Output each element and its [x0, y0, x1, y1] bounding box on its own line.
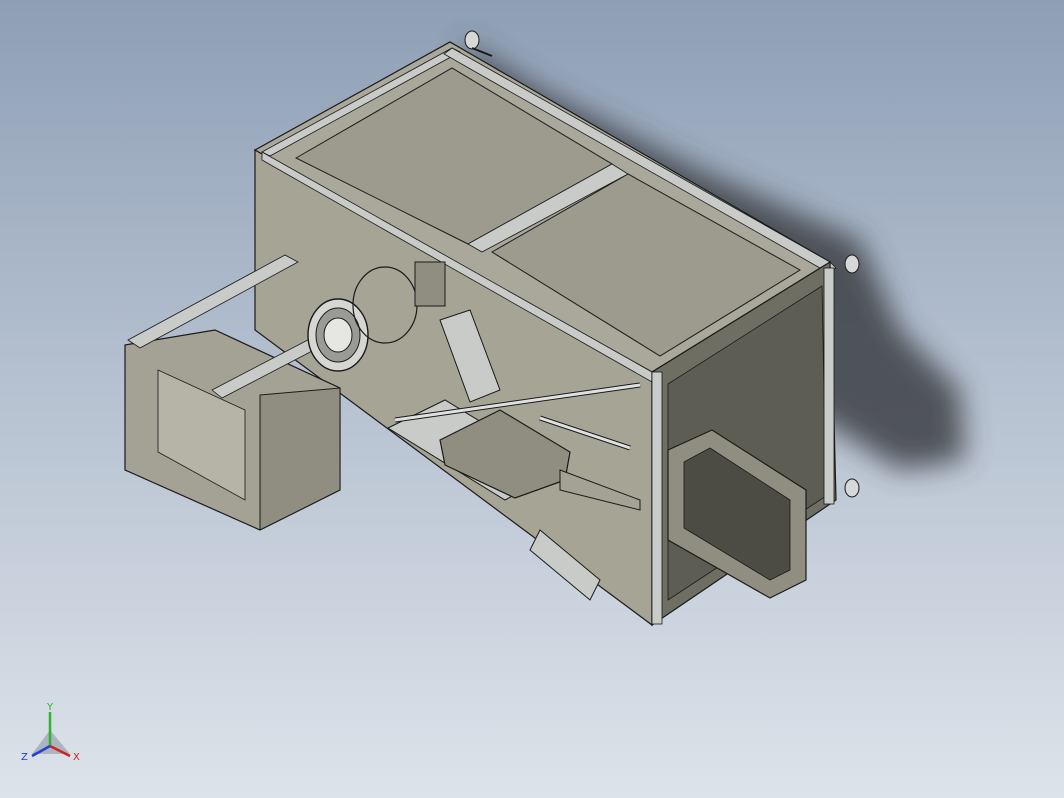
x-axis-label: X	[73, 752, 80, 763]
leveling-foot	[844, 254, 860, 274]
y-axis-label: Y	[46, 702, 54, 713]
leveling-foot	[844, 478, 860, 498]
3d-viewport[interactable]: Y X Z	[0, 0, 1064, 798]
cad-model-view[interactable]	[0, 0, 1064, 798]
z-axis-label: Z	[21, 752, 28, 763]
motor-block	[414, 261, 446, 307]
frame-post	[823, 267, 835, 505]
coordinate-triad[interactable]: Y X Z	[18, 700, 88, 772]
frame-post	[651, 371, 663, 625]
hopper-front	[259, 387, 341, 531]
